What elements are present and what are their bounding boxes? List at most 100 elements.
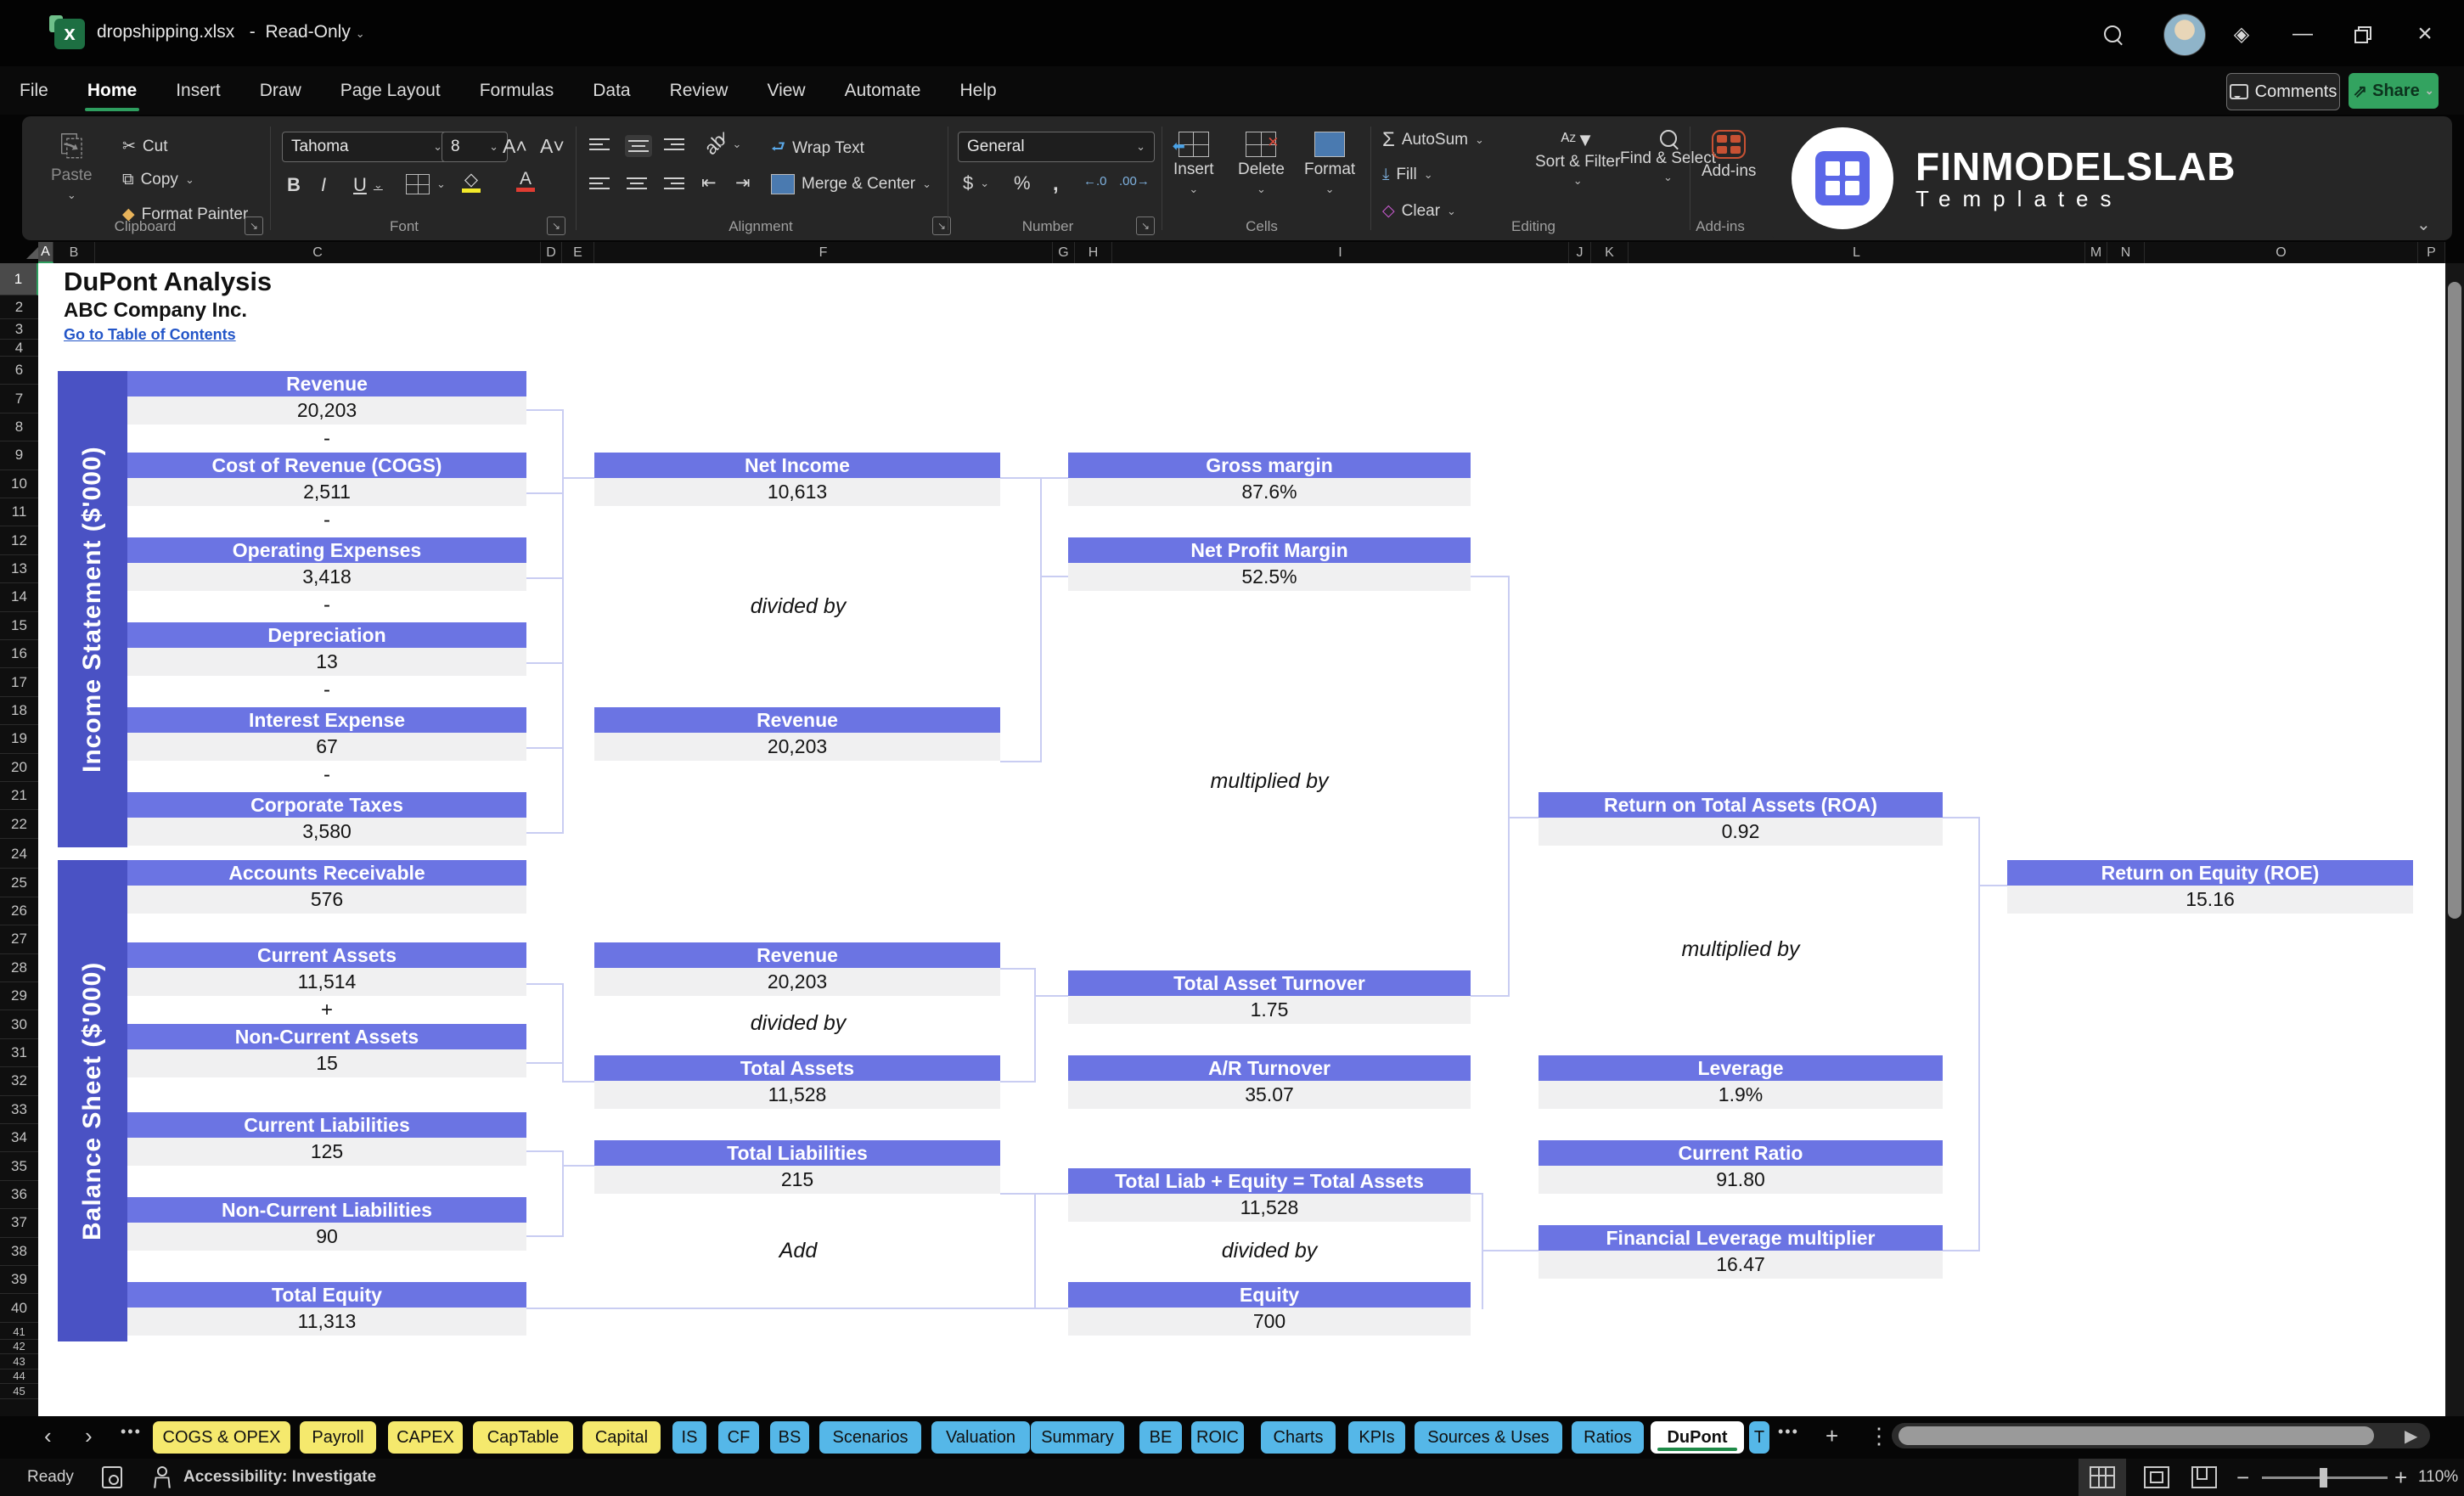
row-header-41[interactable]: 41 xyxy=(0,1324,38,1340)
column-header-I[interactable]: I xyxy=(1112,242,1569,263)
share-button[interactable]: ⇗ Share ⌄ xyxy=(2349,73,2439,109)
column-header-H[interactable]: H xyxy=(1075,242,1112,263)
borders-button[interactable]: ⌄ xyxy=(406,174,446,194)
page-layout-view-button[interactable] xyxy=(2136,1459,2177,1496)
delete-cells-button[interactable]: ✕Delete⌄ xyxy=(1238,132,1285,196)
horizontal-scrollbar-thumb[interactable] xyxy=(1899,1426,2374,1445)
accessibility-icon[interactable] xyxy=(151,1459,170,1496)
menu-tab-review[interactable]: Review xyxy=(650,66,748,115)
sort-filter-button[interactable]: ᴬᶻ▼Sort & Filter⌄ xyxy=(1535,130,1620,187)
row-header-13[interactable]: 13 xyxy=(0,555,38,583)
minimize-icon[interactable]: — xyxy=(2287,19,2318,49)
prev-sheet-arrow[interactable]: ‹ xyxy=(44,1423,52,1449)
column-header-A[interactable]: A xyxy=(38,242,53,263)
menu-tab-home[interactable]: Home xyxy=(68,66,156,115)
row-header-8[interactable]: 8 xyxy=(0,413,38,441)
zoom-level[interactable]: 110% xyxy=(2418,1459,2458,1496)
add-sheet-button[interactable]: + xyxy=(1825,1423,1838,1449)
zoom-slider-thumb[interactable] xyxy=(2320,1468,2327,1488)
zoom-in-button[interactable]: + xyxy=(2394,1459,2407,1496)
currency-format-button[interactable]: $⌄ xyxy=(963,172,989,194)
menu-tab-page-layout[interactable]: Page Layout xyxy=(321,66,460,115)
sheet-tab-be[interactable]: BE xyxy=(1139,1421,1182,1454)
row-header-3[interactable]: 3 xyxy=(0,319,38,340)
sheet-tab-is[interactable]: IS xyxy=(672,1421,706,1454)
autosum-button[interactable]: ΣAutoSum⌄ xyxy=(1382,128,1484,152)
sheet-tab-valuation[interactable]: Valuation xyxy=(931,1421,1030,1454)
wrap-text-button[interactable]: ⮐Wrap Text xyxy=(771,135,864,162)
cut-button[interactable]: ✂Cut xyxy=(122,137,168,156)
sheet-tab-dupont[interactable]: DuPont xyxy=(1651,1421,1744,1454)
row-header-18[interactable]: 18 xyxy=(0,697,38,725)
underline-button[interactable]: U⌄ xyxy=(353,174,383,196)
menu-tab-draw[interactable]: Draw xyxy=(240,66,321,115)
row-header-12[interactable]: 12 xyxy=(0,526,38,554)
column-header-G[interactable]: G xyxy=(1053,242,1075,263)
row-header-32[interactable]: 32 xyxy=(0,1067,38,1095)
menu-tab-formulas[interactable]: Formulas xyxy=(460,66,574,115)
menu-tab-insert[interactable]: Insert xyxy=(156,66,240,115)
sheet-tab-scenarios[interactable]: Scenarios xyxy=(819,1421,921,1454)
column-header-N[interactable]: N xyxy=(2107,242,2145,263)
column-header-J[interactable]: J xyxy=(1569,242,1591,263)
row-header-21[interactable]: 21 xyxy=(0,782,38,810)
search-icon[interactable] xyxy=(2097,19,2128,49)
row-header-10[interactable]: 10 xyxy=(0,470,38,498)
sheet-tab-bs[interactable]: BS xyxy=(770,1421,809,1454)
column-header-K[interactable]: K xyxy=(1591,242,1629,263)
clipboard-dialog-launcher[interactable]: ↘ xyxy=(245,217,263,235)
sheet-tab-roic[interactable]: ROIC xyxy=(1191,1421,1244,1454)
sheet-tab-kpis[interactable]: KPIs xyxy=(1348,1421,1405,1454)
menu-tab-view[interactable]: View xyxy=(747,66,824,115)
close-icon[interactable]: × xyxy=(2410,19,2440,49)
row-header-17[interactable]: 17 xyxy=(0,668,38,696)
row-header-22[interactable]: 22 xyxy=(0,810,38,838)
column-header-P[interactable]: P xyxy=(2418,242,2445,263)
increase-indent-button[interactable]: ⇥ xyxy=(735,172,751,194)
font-color-button[interactable]: A xyxy=(516,169,535,192)
row-header-44[interactable]: 44 xyxy=(0,1369,38,1385)
row-header-9[interactable]: 9 xyxy=(0,441,38,470)
increase-decimal-button[interactable]: ←.0 xyxy=(1083,174,1107,188)
menu-tab-file[interactable]: File xyxy=(0,66,68,115)
sheet-tab-capital[interactable]: Capital xyxy=(582,1421,661,1454)
align-top-button[interactable] xyxy=(589,135,610,154)
row-header-29[interactable]: 29 xyxy=(0,982,38,1010)
avatar[interactable] xyxy=(2163,14,2206,56)
normal-view-button[interactable] xyxy=(2079,1459,2126,1496)
page-break-view-button[interactable] xyxy=(2184,1459,2225,1496)
sheet-grid[interactable]: DuPont Analysis ABC Company Inc. Go to T… xyxy=(38,263,2445,1416)
align-left-button[interactable] xyxy=(589,174,610,193)
column-header-C[interactable]: C xyxy=(95,242,541,263)
next-sheet-arrow[interactable]: › xyxy=(85,1423,93,1449)
merge-center-button[interactable]: Merge & Center⌄ xyxy=(771,174,931,194)
row-header-34[interactable]: 34 xyxy=(0,1124,38,1152)
fill-color-button[interactable]: ◇ xyxy=(462,169,481,193)
table-of-contents-link[interactable]: Go to Table of Contents xyxy=(64,326,236,344)
insert-cells-button[interactable]: ⬅Insert⌄ xyxy=(1173,132,1214,196)
column-header-F[interactable]: F xyxy=(594,242,1053,263)
column-header-L[interactable]: L xyxy=(1629,242,2085,263)
sheet-tab-payroll[interactable]: Payroll xyxy=(300,1421,376,1454)
row-header-2[interactable]: 2 xyxy=(0,295,38,319)
clear-button[interactable]: ◇Clear⌄ xyxy=(1382,201,1456,221)
restore-icon[interactable] xyxy=(2347,19,2377,49)
bold-button[interactable]: B xyxy=(287,174,301,196)
row-header-24[interactable]: 24 xyxy=(0,841,38,869)
row-header-27[interactable]: 27 xyxy=(0,925,38,953)
row-header-6[interactable]: 6 xyxy=(0,357,38,385)
italic-button[interactable]: I xyxy=(321,174,326,196)
menu-tab-automate[interactable]: Automate xyxy=(825,66,941,115)
number-format-select[interactable]: General⌄ xyxy=(958,132,1155,162)
more-sheets-icon[interactable]: ••• xyxy=(121,1423,142,1441)
zoom-out-button[interactable]: − xyxy=(2236,1459,2249,1496)
row-header-36[interactable]: 36 xyxy=(0,1181,38,1209)
align-right-button[interactable] xyxy=(664,174,684,193)
font-name-select[interactable]: Tahoma⌄ xyxy=(282,132,452,162)
sheet-tab-captable[interactable]: CapTable xyxy=(473,1421,573,1454)
comma-format-button[interactable]: , xyxy=(1053,172,1059,196)
row-header-14[interactable]: 14 xyxy=(0,583,38,611)
format-cells-button[interactable]: Format⌄ xyxy=(1304,132,1355,196)
number-dialog-launcher[interactable]: ↘ xyxy=(1136,217,1155,235)
orientation-button[interactable]: ab̷⌄ xyxy=(705,133,741,155)
